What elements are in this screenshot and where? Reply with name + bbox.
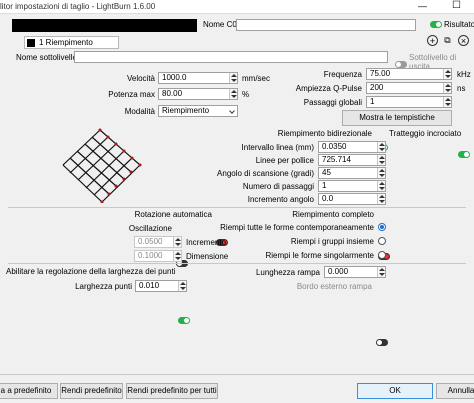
modalita-label: Modalità [124, 107, 155, 116]
passaggi-globali-spinner[interactable] [443, 97, 451, 107]
ok-button[interactable]: OK [357, 383, 433, 399]
annulla-button[interactable]: Annulla [436, 383, 474, 399]
section-divider [8, 207, 466, 208]
velocita-unit: mm/sec [242, 74, 270, 83]
name-input[interactable] [236, 19, 416, 31]
intervallo-input[interactable]: 0.0350 [318, 141, 386, 153]
layer-color-bar [12, 19, 197, 32]
linee-input[interactable]: 725.714 [318, 154, 386, 166]
incremento-angolo-input[interactable]: 0.0 [318, 193, 386, 205]
oscillazione-label: Oscillazione [128, 224, 172, 233]
lunghezza-rampa-label: Lunghezza rampa [255, 268, 320, 277]
ampiezza-unit: ns [457, 84, 466, 93]
passaggi-globali-input[interactable]: 1 [366, 96, 452, 108]
title-bar: litor impostazioni di taglio - LightBurn… [0, 0, 474, 14]
angolo-label: Angolo di scansione (gradi) [217, 169, 314, 178]
velocita-spinner[interactable] [229, 73, 237, 83]
sublayer-color-swatch [27, 39, 35, 47]
osc-incremento-label: Incremento [186, 238, 227, 247]
frequenza-input[interactable]: 75.00 [366, 68, 452, 80]
rendi-predefinito-tutti-button[interactable]: Rendi predefinito per tutti [126, 383, 218, 399]
ampiezza-spinner[interactable] [443, 83, 451, 93]
numero-passaggi-spinner[interactable] [377, 181, 385, 191]
gruppi-radio[interactable] [378, 237, 386, 245]
incrociato-toggle[interactable] [458, 151, 470, 158]
fill-preview [62, 128, 142, 203]
add-sublayer-icon[interactable]: + [427, 35, 438, 46]
rendi-predefinito-button[interactable]: Rendi predefinito [60, 383, 123, 399]
risultato-label: Risultato [444, 20, 474, 29]
riempimento-completo-label: Riempimento completo [292, 210, 374, 219]
angolo-input[interactable]: 45 [318, 167, 386, 179]
section-divider-2 [8, 263, 466, 264]
osc-dimensione-label: Dimensione [186, 252, 229, 261]
ampiezza-label: Ampiezza Q-Pulse [295, 84, 362, 93]
osc-incremento-spinner[interactable] [173, 237, 181, 247]
delete-sublayer-icon[interactable]: × [458, 35, 469, 46]
incremento-angolo-spinner[interactable] [377, 194, 385, 204]
ampiezza-input[interactable]: 200 [366, 82, 452, 94]
incremento-angolo-label: Incremento angolo [247, 195, 314, 204]
nome-sottolivello-label: Nome sottolivello [16, 53, 77, 62]
larghezza-punti-spinner[interactable] [178, 281, 186, 291]
frequenza-label: Frequenza [323, 70, 362, 79]
sublayer-tab-label: 1 Riempimento [39, 38, 93, 47]
bordo-esterno-label: Bordo esterno rampa [296, 282, 372, 291]
frequenza-spinner[interactable] [443, 69, 451, 79]
bordo-esterno-toggle[interactable] [376, 339, 388, 346]
potenza-input[interactable]: 80.00 [158, 88, 238, 100]
chevron-down-icon [229, 108, 235, 114]
potenza-spinner[interactable] [229, 89, 237, 99]
regolazione-label: Abilitare la regolazione della larghezza… [6, 267, 176, 276]
modalita-select[interactable]: Riempimento [158, 105, 238, 117]
osc-dimensione-spinner[interactable] [173, 251, 181, 261]
larghezza-punti-label: Larghezza punti [75, 282, 132, 291]
potenza-label: Potenza max [108, 90, 155, 99]
singolarmente-label: Riempi le forme singolarmente [265, 251, 375, 260]
numero-passaggi-input[interactable]: 1 [318, 180, 386, 192]
minimize-icon[interactable]: — [418, 1, 427, 11]
lunghezza-rampa-input[interactable]: 0.000 [324, 266, 386, 278]
passaggi-globali-label: Passaggi globali [303, 98, 362, 107]
velocita-label: Velocità [126, 74, 155, 83]
sottolivello-uscita-toggle[interactable] [395, 61, 407, 68]
potenza-unit: % [242, 90, 250, 99]
angolo-spinner[interactable] [377, 168, 385, 178]
maximize-icon[interactable]: ☐ [452, 0, 461, 11]
contemporaneamente-label: Riempi tutte le forme contemporaneamente [220, 223, 374, 232]
numero-passaggi-label: Numero di passaggi [242, 182, 314, 191]
copy-sublayer-icon[interactable]: ⧉ [442, 35, 453, 46]
tab-sublayer-1[interactable]: 1 Riempimento [24, 36, 119, 49]
frequenza-unit: kHz [457, 70, 471, 79]
singolarmente-radio[interactable] [378, 251, 386, 259]
lunghezza-rampa-spinner[interactable] [377, 267, 385, 277]
footer-divider [0, 374, 474, 375]
window-title: litor impostazioni di taglio - LightBurn… [0, 2, 156, 11]
mostra-tempistiche-button[interactable]: Mostra le tempistiche [342, 110, 452, 126]
linee-spinner[interactable] [377, 155, 385, 165]
linee-label: Linee per pollice [255, 156, 314, 165]
osc-dimensione-input[interactable]: 0.1000 [134, 250, 182, 262]
regolazione-toggle[interactable] [178, 317, 190, 324]
nome-sottolivello-input[interactable] [74, 51, 388, 63]
intervallo-label: Intervallo linea (mm) [241, 143, 314, 152]
osc-incremento-input[interactable]: 0.0500 [134, 236, 182, 248]
risultato-toggle[interactable] [430, 21, 442, 28]
gruppi-label: Riempi i gruppi insieme [290, 237, 374, 246]
bidirezionale-label: Riempimento bidirezionale [277, 129, 372, 138]
incrociato-label: Tratteggio incrociato [389, 129, 462, 138]
intervallo-spinner[interactable] [377, 142, 385, 152]
reset-default-button[interactable]: a a predefinito [0, 383, 58, 399]
velocita-input[interactable]: 1000.0 [158, 72, 238, 84]
rotazione-label: Rotazione automatica [134, 210, 212, 219]
contemporaneamente-radio[interactable] [378, 223, 386, 231]
larghezza-punti-input[interactable]: 0.010 [135, 280, 187, 292]
